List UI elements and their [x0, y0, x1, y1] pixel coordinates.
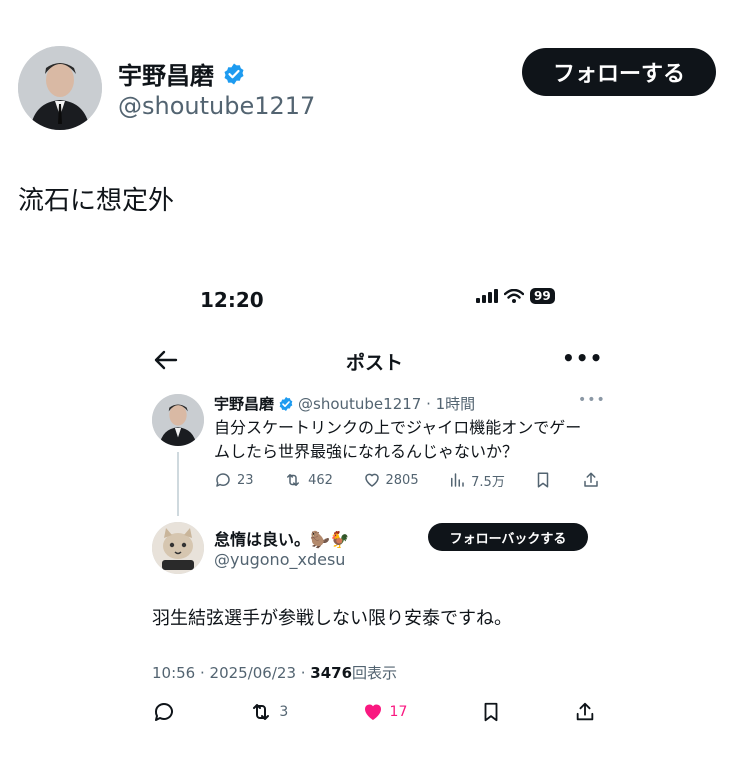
reply-views-label: 回表示: [352, 664, 398, 682]
quoted-like-button[interactable]: 2805: [363, 471, 419, 489]
reply-views-count: 3476: [310, 664, 353, 682]
back-arrow-icon[interactable]: [152, 348, 178, 376]
quoted-reply-count: 23: [237, 472, 254, 488]
reply-author-avatar[interactable]: [152, 522, 204, 574]
repost-count: 3: [279, 704, 289, 720]
like-button[interactable]: 17: [361, 700, 408, 724]
battery-icon: 99: [530, 288, 555, 304]
repost-button[interactable]: 3: [248, 700, 288, 724]
quoted-more-icon[interactable]: •••: [578, 392, 606, 408]
more-options-icon[interactable]: •••: [562, 346, 603, 370]
quoted-views-button[interactable]: 7.5万: [448, 471, 505, 490]
bookmark-icon: [484, 702, 498, 722]
repost-icon: [253, 704, 270, 720]
bookmark-button[interactable]: [480, 700, 502, 724]
quoted-repost-button[interactable]: 462: [283, 471, 333, 489]
status-bar-time: 12:20: [200, 288, 264, 312]
quoted-text: 自分スケートリンクの上でジャイロ機能オンでゲームしたら世界最強になれるんじゃない…: [214, 418, 582, 461]
repost-icon: [287, 474, 300, 486]
reply-author-handle[interactable]: @yugono_xdesu: [214, 550, 345, 569]
quoted-repost-count: 462: [308, 472, 333, 488]
quoted-views-count: 7.5万: [471, 474, 505, 490]
reply-icon: [216, 473, 230, 487]
author-name-row[interactable]: 宇野昌磨: [118, 56, 246, 91]
share-icon: [576, 702, 594, 721]
reply-icon: [154, 703, 173, 721]
reply-text: 羽生結弦選手が参戦しない限り安泰ですね。: [152, 608, 512, 629]
heart-filled-icon: [364, 704, 381, 720]
views-icon: [451, 473, 464, 487]
quoted-action-bar: 23 462 2805 7.5万: [214, 470, 600, 490]
heart-icon: [364, 473, 379, 487]
status-bar-icons: 99: [476, 288, 555, 304]
reply-timestamp: 10:56 · 2025/06/23 ·: [152, 664, 311, 682]
verified-badge-icon: [279, 396, 293, 411]
quoted-author-avatar[interactable]: [152, 394, 204, 446]
like-count: 17: [389, 704, 408, 720]
quoted-bookmark-button[interactable]: [534, 470, 552, 490]
thread-line: [177, 452, 179, 516]
reply-meta: 10:56 · 2025/06/23 · 3476回表示: [152, 662, 397, 683]
quoted-author-name[interactable]: 宇野昌磨: [214, 393, 274, 414]
quoted-meta: @shoutube1217 · 1時間: [298, 395, 476, 413]
follow-back-button[interactable]: フォローバックする: [428, 523, 588, 551]
author-name[interactable]: 宇野昌磨: [118, 56, 214, 91]
nav-title: ポスト: [346, 352, 404, 374]
author-avatar[interactable]: [18, 46, 102, 130]
verified-badge-icon: [224, 63, 244, 84]
quoted-reply-button[interactable]: 23: [214, 471, 254, 489]
reply-button[interactable]: [152, 700, 176, 724]
quoted-like-count: 2805: [385, 472, 419, 488]
share-icon: [584, 472, 598, 487]
share-button[interactable]: [574, 700, 596, 724]
quoted-header: 宇野昌磨 @shoutube1217 · 1時間: [214, 393, 475, 414]
post-text: 流石に想定外: [18, 186, 175, 216]
bookmark-icon: [538, 472, 549, 488]
signal-icon: [476, 289, 498, 303]
wifi-icon: [504, 289, 524, 303]
reply-author-name[interactable]: 怠惰は良い。🦫🐓: [214, 526, 350, 550]
quoted-share-button[interactable]: [582, 470, 600, 490]
follow-button[interactable]: フォローする: [522, 48, 716, 96]
reply-action-bar: 3 17: [152, 700, 596, 724]
author-handle[interactable]: @shoutube1217: [118, 92, 315, 120]
